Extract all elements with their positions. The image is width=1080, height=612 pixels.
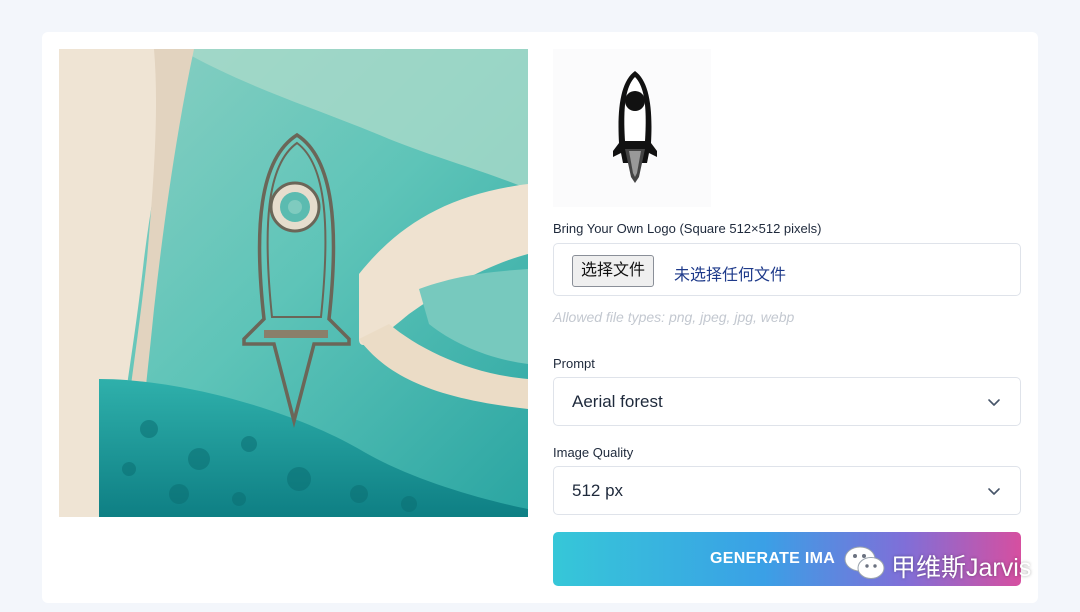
wechat-icon [844,546,885,579]
allowed-file-types-hint: Allowed file types: png, jpeg, jpg, webp [553,309,795,325]
prompt-selected-value: Aerial forest [572,392,663,411]
generate-button-label: GENERATE IMA [710,550,836,567]
watermark: 甲维斯Jarvis [843,544,1053,584]
chevron-down-icon [988,488,1000,495]
logo-file-input[interactable]: 选择文件 未选择任何文件 [553,243,1021,296]
logo-preview [553,49,711,207]
rocket-logo-icon [613,71,657,183]
choose-file-button[interactable]: 选择文件 [572,255,655,287]
image-quality-selected-value: 512 px [572,481,624,500]
logo-upload-label: Bring Your Own Logo (Square 512×512 pixe… [553,221,822,236]
chevron-down-icon [988,399,1000,406]
generated-image-preview [59,49,528,517]
image-quality-label: Image Quality [553,445,634,460]
prompt-select[interactable]: Aerial forest [553,377,1021,426]
file-status-text: 未选择任何文件 [674,267,787,284]
image-quality-select[interactable]: 512 px [553,466,1021,515]
prompt-label: Prompt [553,356,595,371]
watermark-text: 甲维斯Jarvis [891,554,1032,582]
